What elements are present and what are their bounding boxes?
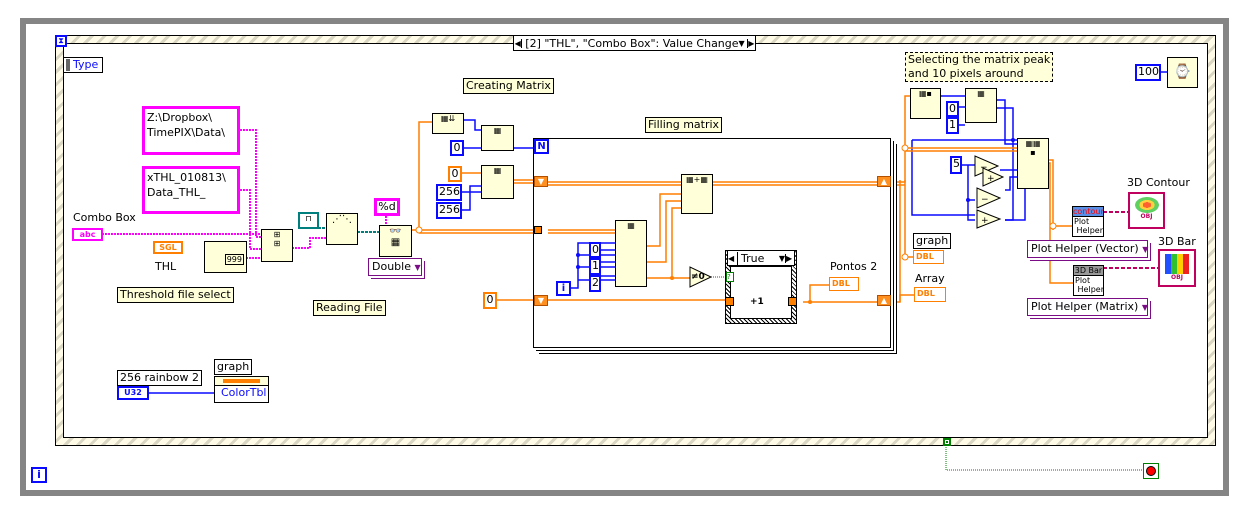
peak-index-0-constant[interactable]: 0 (946, 101, 959, 117)
contour-3d-indicator[interactable]: OBJ (1128, 192, 1165, 229)
case-selector[interactable]: ◀ True ▼ ▶ (727, 250, 795, 266)
index-0-constant[interactable]: 0 (589, 242, 601, 258)
index-constant[interactable]: 0 (450, 140, 464, 156)
colortable-constant[interactable]: U32 (117, 386, 149, 400)
index-2-constant[interactable]: 2 (589, 275, 601, 292)
contour-plot-icon (1134, 197, 1159, 213)
thl-label: THL (155, 260, 177, 273)
graph-property-node[interactable]: ColorTbl (214, 376, 269, 403)
plot-helper-body: Plot Helper (1075, 276, 1104, 294)
bar-3d-indicator[interactable]: OBJ (1158, 249, 1196, 287)
comment-creating-matrix: Creating Matrix (463, 78, 554, 94)
plot-helper-vector-ring[interactable]: Plot Helper (Vector) ▼ (1027, 240, 1148, 258)
comment-filling-matrix: Filling matrix (645, 117, 723, 133)
stop-icon (1146, 466, 1156, 476)
combo-box-terminal[interactable]: abc (72, 228, 103, 241)
type-selector-value: Double (372, 260, 411, 273)
pontos-indicator[interactable]: DBL (829, 277, 859, 291)
contour-3d-label: 3D Contour (1127, 176, 1190, 189)
comment-threshold: Threshold file select (117, 287, 234, 303)
format-label: 999 (224, 254, 244, 265)
plot-helper-matrix-value: Plot Helper (Matrix) (1031, 300, 1139, 313)
stop-condition-button[interactable] (1143, 463, 1159, 479)
array-indicator-label: Array (915, 272, 945, 285)
index-1-constant[interactable]: 1 (589, 258, 601, 275)
iteration-terminal: i (556, 281, 571, 296)
plot-helper-matrix-ring[interactable]: Plot Helper (Matrix) ▼ (1027, 298, 1148, 316)
dropdown-arrow-icon: ▼ (1141, 303, 1148, 312)
property-colortbl[interactable]: ColorTbl (215, 386, 268, 400)
graph-indicator-label: graph (913, 233, 952, 249)
bar-3d-label: 3D Bar (1158, 235, 1196, 248)
event-data-terminal (943, 438, 951, 446)
format-constant[interactable]: %d (374, 198, 400, 216)
shift-init-constant[interactable]: 0 (483, 292, 497, 309)
auto-index-tunnel[interactable] (534, 226, 542, 234)
initialize-array-node[interactable]: ▦ (481, 165, 514, 199)
graph-indicator[interactable]: DBL (913, 250, 944, 264)
obj-type: OBJ (1171, 274, 1183, 281)
shift-register-right-matrix[interactable]: ▲ (877, 176, 891, 187)
index-array-2d-node[interactable]: ▦ (615, 220, 647, 287)
comment-reading-file: Reading File (313, 300, 386, 316)
read-spreadsheet-file-node[interactable]: 👓 ▦ (379, 225, 412, 257)
refnum-constant[interactable]: ⊓ (298, 212, 319, 229)
thl-terminal[interactable]: SGL (153, 241, 183, 254)
type-selector-ring[interactable]: Double ▼ (368, 258, 422, 276)
case-tunnel-out (788, 297, 797, 306)
index-array-node[interactable]: ▦ (481, 125, 514, 151)
combo-box-label: Combo Box (73, 211, 136, 224)
case-selector-label: True (737, 251, 779, 265)
rows-constant[interactable]: 256 (436, 184, 462, 201)
bar-plot-helper-node[interactable]: 3D Bar Plot Helper (1073, 265, 1104, 296)
increment-label: +1 (750, 297, 764, 307)
error-cluster-bar (215, 377, 268, 386)
concatenate-strings-node[interactable]: ⊞ ⊞ (261, 229, 293, 262)
peak-index-1-constant[interactable]: 1 (946, 117, 959, 134)
case-tunnel-in (725, 297, 734, 306)
property-node-label: graph (214, 359, 253, 375)
pixels-constant[interactable]: 5 (950, 156, 962, 174)
init-value-constant[interactable]: 0 (448, 166, 462, 182)
bar-chart-icon (1165, 254, 1189, 274)
array-indicator[interactable]: DBL (914, 287, 946, 302)
shift-register-left-count[interactable]: ▼ (534, 295, 548, 306)
loop-count-terminal: N (534, 139, 549, 154)
shift-register-right-count[interactable]: ▲ (877, 295, 891, 306)
svg-text:−: − (980, 163, 988, 173)
obj-type: OBJ (1140, 213, 1153, 220)
path-constant-file-prefix[interactable]: xTHL_010813\ Data_THL_ (142, 166, 240, 214)
not-equal-zero-label: ≠0 (691, 272, 705, 282)
svg-text:+: + (987, 174, 995, 184)
shift-register-left-matrix[interactable]: ▼ (534, 176, 548, 187)
plot-helper-body: Plot Helper (1074, 217, 1103, 235)
dropdown-arrow-icon: ▼ (1142, 245, 1149, 254)
replace-array-subset-node[interactable]: ▦+▦ (681, 174, 713, 214)
index-peak-node[interactable]: ▦ (965, 88, 997, 123)
build-path-node[interactable]: ⋰⋱ (326, 213, 358, 245)
for-loop (533, 138, 891, 348)
comment-selecting-peak: Selecting the matrix peak and 10 pixels … (905, 52, 1054, 82)
cols-constant[interactable]: 256 (436, 202, 462, 219)
array-max-min-node[interactable]: ▦▪ (910, 88, 941, 119)
bar-header: 3D Bar (1074, 266, 1103, 276)
case-interior (730, 266, 792, 319)
number-to-string-node[interactable]: 999 (204, 241, 247, 273)
wait-ms-constant[interactable]: 100 (1135, 64, 1161, 81)
contour-header: contour (1073, 207, 1104, 217)
dropdown-arrow-icon: ▼ (414, 263, 421, 272)
prev-case-arrow-icon[interactable]: ◀ (728, 254, 737, 263)
svg-text:+: + (981, 216, 989, 226)
path-constant-folder[interactable]: Z:\Dropbox\ TimePIX\Data\ (142, 106, 240, 155)
case-selector-terminal: ? (726, 272, 734, 282)
wait-ms-node[interactable]: ⌚ (1167, 57, 1198, 88)
pontos-label: Pontos 2 (830, 260, 878, 273)
array-size-node[interactable]: ▦⇊ (432, 113, 464, 134)
array-subset-node[interactable]: ▦▦ ▪ (1017, 138, 1049, 189)
plot-helper-vector-value: Plot Helper (Vector) (1031, 242, 1139, 255)
contour-plot-helper-node[interactable]: contour Plot Helper (1072, 206, 1104, 237)
next-case-arrow-icon[interactable]: ▶ (785, 253, 794, 263)
svg-text:−: − (981, 195, 989, 205)
colortable-label: 256 rainbow 2 (117, 370, 202, 386)
